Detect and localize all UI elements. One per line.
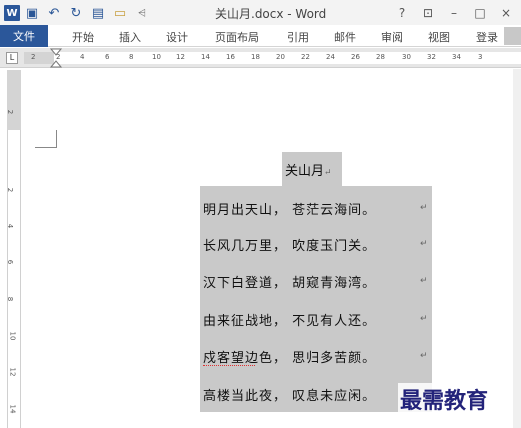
- tab-review[interactable]: 审阅: [381, 29, 403, 45]
- poem-line[interactable]: 明月出天山， 苍茫云海间。: [203, 199, 376, 218]
- minimize-icon[interactable]: –: [441, 0, 467, 25]
- poem-line[interactable]: 长风几万里， 吹度玉门关。: [203, 235, 376, 254]
- vertical-scrollbar[interactable]: [513, 69, 521, 428]
- tab-design[interactable]: 设计: [166, 29, 188, 45]
- vertical-ruler-number: 2: [6, 109, 15, 115]
- ruler-number: 8: [129, 53, 134, 61]
- tab-mailings[interactable]: 邮件: [334, 29, 356, 45]
- horizontal-ruler: L 2 2 4 6 8 10 12 14 16 18 20 22 24 26 2…: [0, 48, 521, 68]
- poem-line-text: 汉下白登道， 胡窥青海湾。: [203, 276, 377, 291]
- poem-line-text: 由来征战地， 不见有人还。: [203, 314, 377, 329]
- poem-line-text: 高楼当此夜， 叹息未应闲。: [203, 389, 377, 404]
- save-icon[interactable]: ▣: [22, 3, 42, 23]
- help-icon[interactable]: ?: [389, 0, 415, 25]
- ruler-number: 32: [427, 53, 436, 61]
- tab-view[interactable]: 视图: [428, 29, 450, 45]
- ruler-number: 6: [105, 53, 110, 61]
- redo-icon[interactable]: ↻: [66, 3, 86, 23]
- paragraph-mark: ↵: [420, 351, 428, 361]
- vertical-ruler-number: 12: [8, 367, 17, 377]
- paragraph-mark: ↵: [420, 314, 428, 324]
- tab-insert[interactable]: 插入: [119, 29, 141, 45]
- window-title: 关山月.docx - Word: [215, 7, 327, 21]
- indent-marker-icon[interactable]: [50, 48, 62, 68]
- vertical-ruler-number: 14: [8, 404, 17, 414]
- vertical-ruler-number: 2: [6, 187, 15, 193]
- paragraph-mark: ↵: [420, 276, 428, 286]
- maximize-icon[interactable]: □: [467, 0, 493, 25]
- avatar[interactable]: [504, 27, 521, 45]
- open-folder-icon[interactable]: ▭: [110, 3, 130, 23]
- watermark: 最需教育: [398, 383, 491, 415]
- save-as-icon[interactable]: ▤: [88, 3, 108, 23]
- ruler-number: 24: [326, 53, 335, 61]
- vertical-ruler-number: 6: [6, 259, 15, 265]
- tab-file[interactable]: 文件: [0, 25, 48, 47]
- tab-home[interactable]: 开始: [72, 29, 94, 45]
- ruler-number: 14: [201, 53, 210, 61]
- tab-selector[interactable]: L: [6, 52, 18, 64]
- ribbon-tabs: 文件 开始 插入 设计 页面布局 引用 邮件 审阅 视图 登录: [0, 25, 521, 47]
- poem-line[interactable]: 汉下白登道， 胡窥青海湾。: [203, 272, 376, 291]
- close-icon[interactable]: ×: [493, 0, 519, 25]
- tab-page-layout[interactable]: 页面布局: [215, 29, 259, 45]
- customize-icon[interactable]: ⩤: [132, 3, 152, 23]
- ruler-number: 2: [31, 53, 36, 61]
- tab-references[interactable]: 引用: [287, 29, 309, 45]
- poem-line[interactable]: 高楼当此夜， 叹息未应闲。: [203, 385, 376, 404]
- undo-icon[interactable]: ↶: [44, 3, 64, 23]
- poem-title[interactable]: 关山月↵: [285, 160, 332, 179]
- ruler-number: 16: [226, 53, 235, 61]
- vertical-ruler-number: 8: [6, 296, 15, 302]
- paragraph-mark: ↵: [420, 239, 428, 249]
- word-logo-icon: W: [4, 5, 20, 21]
- ruler-number: 18: [251, 53, 260, 61]
- window-controls: ? ⊡ – □ ×: [389, 0, 519, 25]
- ruler-number: 28: [376, 53, 385, 61]
- quick-access-toolbar: W ▣ ↶ ↻ ▤ ▭ ⩤: [4, 3, 152, 23]
- ruler-number: 20: [276, 53, 285, 61]
- ribbon-display-icon[interactable]: ⊡: [415, 0, 441, 25]
- paragraph-mark: ↵: [324, 168, 332, 178]
- login-link[interactable]: 登录: [476, 29, 498, 45]
- ruler-number: 3: [478, 53, 483, 61]
- poem-line-text: 长风几万里， 吹度玉门关。: [203, 239, 377, 254]
- ruler-number: 22: [301, 53, 310, 61]
- poem-line-text: 明月出天山， 苍茫云海间。: [203, 203, 377, 218]
- vertical-ruler-number: 10: [8, 331, 17, 341]
- vertical-ruler-number: 4: [6, 223, 15, 229]
- ruler-track[interactable]: [24, 52, 521, 64]
- poem-line[interactable]: 由来征战地， 不见有人还。: [203, 310, 376, 329]
- margin-corner-mark: [35, 130, 57, 148]
- ruler-number: 4: [80, 53, 85, 61]
- ruler-number: 30: [402, 53, 411, 61]
- selection-highlight: [200, 186, 432, 412]
- ruler-number: 26: [351, 53, 360, 61]
- ruler-number: 34: [452, 53, 461, 61]
- vertical-ruler-margin: [7, 70, 21, 130]
- paragraph-mark: ↵: [420, 203, 428, 213]
- poem-title-text: 关山月: [285, 164, 325, 179]
- spellcheck-underline: [203, 363, 255, 366]
- title-bar: W ▣ ↶ ↻ ▤ ▭ ⩤ 关山月.docx - Word ? ⊡ – □ ×: [0, 0, 521, 25]
- ruler-number: 10: [152, 53, 161, 61]
- ruler-number: 12: [176, 53, 185, 61]
